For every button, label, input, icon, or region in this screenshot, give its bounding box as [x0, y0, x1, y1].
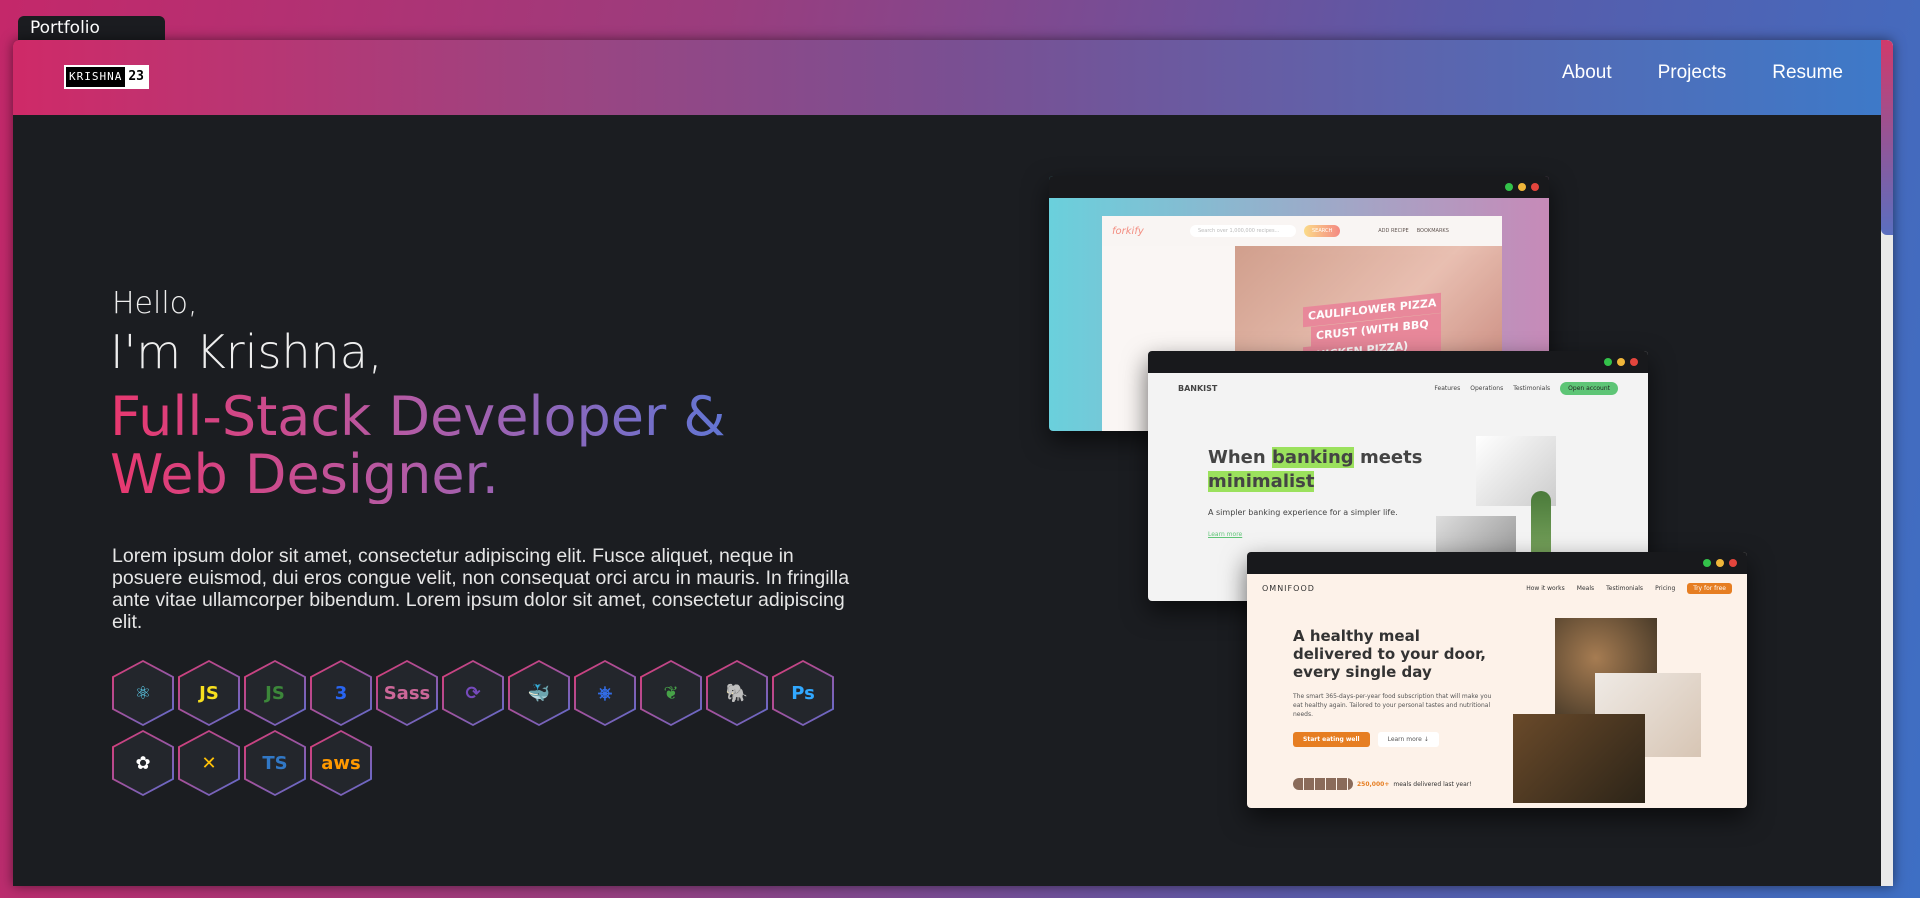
skill-hex: JS: [244, 660, 306, 726]
omnifood-start-button: Start eating well: [1293, 732, 1370, 747]
react-icon: ⚛: [114, 662, 172, 724]
project-omnifood[interactable]: OMNIFOOD How it works Meals Testimonials…: [1247, 552, 1747, 808]
figma-icon: ✿: [114, 732, 172, 794]
omnifood-learn-more-button: Learn more ↓: [1377, 732, 1439, 747]
bankist-subtitle: A simpler banking experience for a simpl…: [1208, 508, 1398, 517]
photoshop-icon: Ps: [774, 662, 832, 724]
bankist-headline-hl-2: minimalist: [1208, 471, 1315, 492]
scrollbar-thumb[interactable]: [1881, 40, 1893, 235]
omnifood-headline: A healthy meal delivered to your door, e…: [1293, 627, 1486, 681]
skill-hex: ⟳: [442, 660, 504, 726]
omnifood-stat-text: meals delivered last year!: [1393, 780, 1472, 788]
omnifood-link-meals: Meals: [1576, 584, 1595, 592]
nav-link-about[interactable]: About: [1562, 62, 1612, 84]
logo-number: 23: [125, 67, 148, 87]
hero-name: I'm Krishna,: [110, 325, 383, 379]
bankist-headline-2: meets: [1359, 447, 1423, 468]
skill-hex: 3: [310, 660, 372, 726]
nodejs-icon: JS: [246, 662, 304, 724]
skill-hex: ⎈: [574, 660, 636, 726]
docker-icon: 🐳: [510, 662, 568, 724]
forkify-search-input: Search over 1,000,000 recipes...: [1190, 225, 1296, 237]
skill-hex: Sass: [376, 660, 438, 726]
bankist-link-features: Features: [1434, 384, 1461, 392]
hero-description: Lorem ipsum dolor sit amet, consectetur …: [112, 545, 850, 633]
aws-icon: aws: [312, 732, 370, 794]
bankist-link-operations: Operations: [1470, 384, 1504, 392]
bankist-headline-hl-1: banking: [1271, 447, 1354, 468]
nav-link-resume[interactable]: Resume: [1772, 62, 1843, 84]
hero-role: Full-Stack Developer & Web Designer.: [110, 388, 830, 504]
skills-grid: ⚛ JS JS 3 Sass ⟳ 🐳 ⎈ ❦ 🐘 Ps ✿ ✕ TS aws: [112, 660, 862, 796]
skill-hex: ⚛: [112, 660, 174, 726]
skill-hex: JS: [178, 660, 240, 726]
redux-icon: ⟳: [444, 662, 502, 724]
tab-title: Portfolio: [30, 18, 100, 38]
skill-hex: ✕: [178, 730, 240, 796]
omnifood-description: The smart 365-days-per-year food subscri…: [1293, 693, 1492, 718]
navbar: KRISHNA 23 About Projects Resume: [13, 40, 1893, 115]
window-bar: [1247, 552, 1747, 574]
forkify-logo: forkify: [1112, 225, 1144, 237]
window-bar: [1148, 351, 1648, 373]
window-bar: [1049, 176, 1549, 198]
omnifood-hero-image: [1513, 618, 1713, 803]
nav-links: About Projects Resume: [1562, 62, 1843, 84]
skill-hex: Ps: [772, 660, 834, 726]
logo[interactable]: KRISHNA 23: [64, 65, 150, 89]
postgresql-icon: 🐘: [708, 662, 766, 724]
app-window: KRISHNA 23 About Projects Resume Hello, …: [13, 40, 1893, 886]
browser-tab[interactable]: Portfolio: [18, 16, 165, 40]
skill-hex: TS: [244, 730, 306, 796]
scrollbar[interactable]: [1881, 40, 1893, 886]
nav-link-projects[interactable]: Projects: [1658, 62, 1727, 84]
forkify-add-recipe: ADD RECIPE: [1378, 228, 1409, 234]
bankist-headline-1: When: [1208, 447, 1266, 468]
skill-hex: 🐳: [508, 660, 570, 726]
bankist-learn-more: Learn more: [1208, 531, 1243, 538]
kubernetes-icon: ⎈: [576, 662, 634, 724]
skill-hex: aws: [310, 730, 372, 796]
omnifood-link-testimonials: Testimonials: [1606, 584, 1644, 592]
greeting: Hello,: [112, 286, 198, 321]
css3-icon: 3: [312, 662, 370, 724]
omnifood-try-free: Try for free: [1687, 582, 1732, 594]
omnifood-stat: 250,000+: [1357, 780, 1390, 788]
skill-hex: ❦: [640, 660, 702, 726]
bankist-logo: BANKIST: [1178, 383, 1218, 393]
mongodb-icon: ❦: [642, 662, 700, 724]
sass-icon: Sass: [378, 662, 436, 724]
forkify-bookmarks: BOOKMARKS: [1416, 228, 1449, 234]
typescript-icon: TS: [246, 732, 304, 794]
javascript-icon: JS: [180, 662, 238, 724]
bankist-open-account: Open account: [1560, 381, 1618, 395]
bankist-link-testimonials: Testimonials: [1513, 384, 1551, 392]
omnifood-link-pricing: Pricing: [1655, 584, 1676, 592]
logo-text: KRISHNA: [66, 67, 126, 87]
skill-hex: ✿: [112, 730, 174, 796]
forkify-search-button: SEARCH: [1304, 225, 1341, 237]
omnifood-avatars: [1293, 778, 1353, 790]
xd-icon: ✕: [180, 732, 238, 794]
omnifood-link-how: How it works: [1526, 584, 1565, 592]
omnifood-logo: OMNIFOOD: [1262, 583, 1315, 593]
skill-hex: 🐘: [706, 660, 768, 726]
